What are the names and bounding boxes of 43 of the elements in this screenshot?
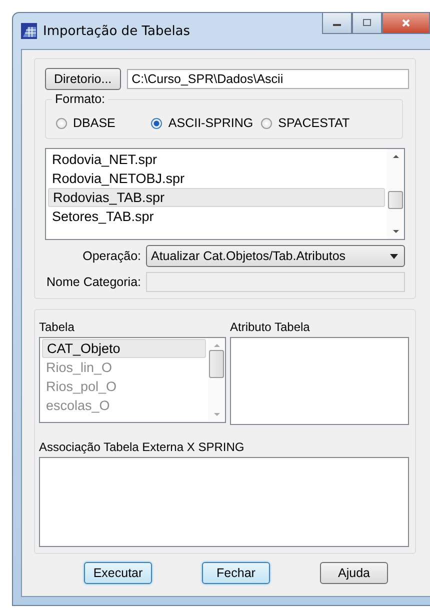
down-arrow-icon	[392, 229, 400, 234]
radio-option[interactable]: SPACESTAT	[261, 116, 350, 130]
operation-label: Operação:	[82, 249, 141, 263]
directory-button[interactable]: Diretorio...	[45, 68, 121, 90]
radio-button[interactable]	[151, 118, 162, 128]
window-title: Importação de Tabelas	[43, 24, 190, 38]
operation-dropdown[interactable]: Atualizar Cat.Objetos/Tab.Atributos	[146, 245, 405, 267]
association-label: Associação Tabela Externa X SPRING	[39, 440, 246, 454]
scrollbar[interactable]	[387, 149, 404, 239]
list-item[interactable]: Rodovia_NETOBJ.spr	[48, 169, 385, 188]
close-icon	[401, 18, 411, 28]
maximize-icon	[362, 18, 372, 28]
up-arrow-icon	[212, 343, 220, 348]
radio-label: ASCII-SPRING	[168, 116, 254, 130]
attribute-table-label: Atributo Tabela	[230, 320, 311, 334]
minimize-button[interactable]	[322, 13, 352, 34]
radio-button[interactable]	[56, 118, 67, 128]
action-button[interactable]: Ajuda	[320, 562, 388, 584]
scroll-thumb[interactable]	[209, 350, 224, 378]
maximize-button[interactable]	[352, 13, 382, 34]
action-button[interactable]: Fechar	[202, 562, 270, 584]
radio-option[interactable]: ASCII-SPRING	[151, 116, 254, 130]
scroll-thumb[interactable]	[388, 191, 403, 209]
category-name-field[interactable]	[146, 272, 405, 292]
category-name-label: Nome Categoria:	[46, 275, 141, 289]
list-item[interactable]: CAT_Objeto	[42, 339, 206, 358]
scrollbar[interactable]	[208, 338, 225, 422]
down-arrow-icon	[212, 412, 220, 417]
radio-label: SPACESTAT	[278, 116, 350, 130]
list-item[interactable]: Rodovias_TAB.spr	[48, 188, 385, 207]
action-button[interactable]: Executar	[84, 562, 152, 584]
caret-icon	[390, 254, 398, 258]
radio-option[interactable]: DBASE	[56, 116, 116, 130]
group-label: Formato:	[52, 92, 108, 106]
radio-label: DBASE	[73, 116, 116, 130]
grid-icon	[21, 23, 37, 39]
table-label: Tabela	[39, 320, 76, 334]
list-item[interactable]: Rodovia_NET.spr	[48, 150, 385, 169]
list-item[interactable]: Setores_TAB.spr	[48, 207, 385, 226]
close-button[interactable]	[382, 13, 430, 34]
radio-button[interactable]	[261, 118, 272, 128]
path-field[interactable]: C:\Curso_SPR\Dados\Ascii	[126, 69, 409, 89]
up-arrow-icon	[392, 154, 400, 159]
